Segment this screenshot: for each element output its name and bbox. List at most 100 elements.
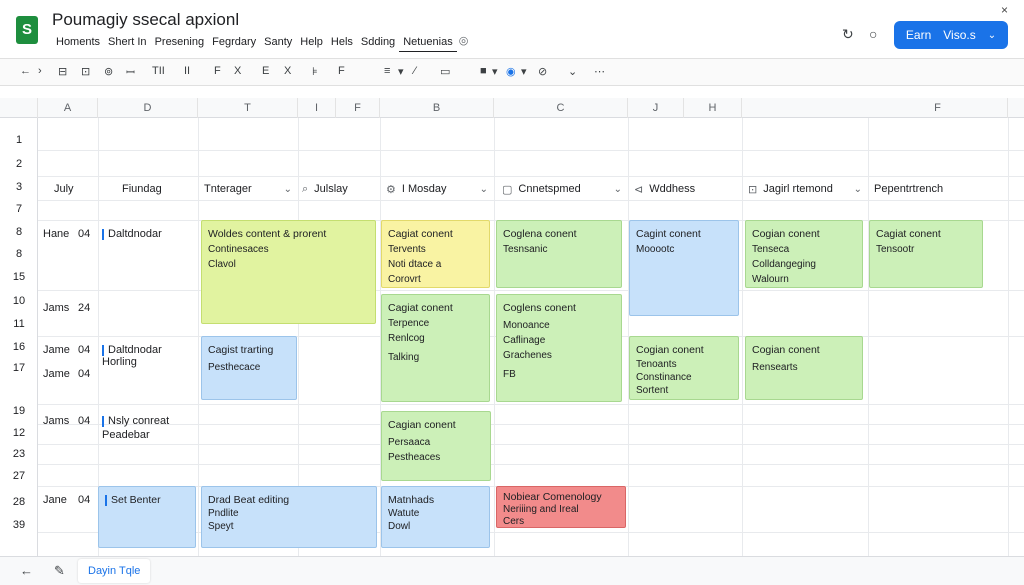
history-icon[interactable]: ↻ xyxy=(842,26,854,43)
menu-item-santy[interactable]: Santy xyxy=(260,34,296,52)
row-number[interactable]: 28 xyxy=(0,496,38,508)
view-icon[interactable]: ⊘ xyxy=(538,65,547,78)
cell-sublabel[interactable]: Peadebar xyxy=(102,429,150,441)
cell-number[interactable]: 04 xyxy=(78,494,90,506)
chevron-down-icon[interactable]: ⌄ xyxy=(284,184,298,195)
redo-icon[interactable]: › xyxy=(38,65,42,77)
column-header[interactable]: I xyxy=(298,98,336,118)
cell-number[interactable]: 04 xyxy=(78,228,90,240)
column-header[interactable]: H xyxy=(684,98,742,118)
event-card[interactable]: Cagiat conent Tensootr xyxy=(869,220,983,288)
column-header[interactable]: J xyxy=(628,98,684,118)
menu-item-help[interactable]: Help xyxy=(296,34,327,52)
font-icon[interactable]: F xyxy=(214,65,221,77)
row-number[interactable]: 17 xyxy=(0,362,38,374)
chevron-down-icon[interactable]: ⌄ xyxy=(480,184,494,195)
spreadsheet-grid[interactable]: A D T I F B C J H F 1 2 3 7 8 8 15 10 11… xyxy=(0,98,1024,556)
event-card[interactable]: Cogian conent Tenseca Colldangeging Walo… xyxy=(745,220,863,288)
cell-number[interactable]: 24 xyxy=(78,302,90,314)
clear-icon[interactable]: X xyxy=(284,65,291,77)
row-number[interactable]: 16 xyxy=(0,341,38,353)
cell-name[interactable]: Hane xyxy=(43,228,69,240)
event-card[interactable]: Cogian conent Rensearts xyxy=(745,336,863,400)
currency-icon[interactable]: ꟷ xyxy=(126,65,135,80)
menu-item-sdding[interactable]: Sdding xyxy=(357,34,399,52)
rotate-icon[interactable]: ≡ xyxy=(384,65,390,77)
row-number[interactable]: 19 xyxy=(0,405,38,417)
more-dropdown[interactable]: ⌄ xyxy=(568,65,577,78)
zoom-icon[interactable]: ⊚ xyxy=(104,65,113,78)
column-header[interactable]: C xyxy=(494,98,628,118)
link-icon[interactable]: ⁄ xyxy=(414,65,416,77)
cell-label[interactable]: Daltdnodar xyxy=(102,228,162,240)
row-number[interactable]: 39 xyxy=(0,519,38,531)
function-icon[interactable]: ▭ xyxy=(440,65,450,78)
cell-name[interactable]: Jame xyxy=(43,344,70,356)
row-number[interactable]: 11 xyxy=(0,318,38,330)
cell-label[interactable]: Nsly conreat xyxy=(102,415,169,427)
row-number[interactable]: 3 xyxy=(0,181,38,193)
chevron-down-icon[interactable]: ⌄ xyxy=(614,184,628,195)
row-number[interactable]: 8 xyxy=(0,248,38,260)
undo-icon[interactable]: ← xyxy=(20,65,31,77)
column-header[interactable]: D xyxy=(98,98,198,118)
event-card[interactable]: Coglena conent Tesnsanic xyxy=(496,220,622,288)
chart-dropdown[interactable]: ▾ xyxy=(492,65,498,78)
row-number[interactable]: 2 xyxy=(0,158,38,170)
event-card[interactable]: Cagian conent Persaaca Pestheaces xyxy=(381,411,491,481)
event-card[interactable]: Cagint conent Mooootc xyxy=(629,220,739,316)
rotate-dropdown[interactable]: ▾ xyxy=(398,65,404,78)
print-icon[interactable]: ⊟ xyxy=(58,65,67,78)
cell-number[interactable]: 04 xyxy=(78,415,90,427)
strike-icon[interactable]: X xyxy=(234,65,241,77)
event-card[interactable]: Drad Beat editing Pndlite Speyt xyxy=(201,486,377,548)
cell-name[interactable]: Jams xyxy=(43,302,69,314)
event-card[interactable]: Set Benter xyxy=(98,486,196,548)
header-cell-julslay[interactable]: ⌕ Julslay xyxy=(302,178,380,200)
chevron-down-icon[interactable]: ⌄ xyxy=(854,184,868,195)
column-header[interactable]: A xyxy=(38,98,98,118)
row-number[interactable]: 1 xyxy=(0,134,38,146)
row-number[interactable]: 7 xyxy=(0,203,38,215)
menu-item-hels[interactable]: Hels xyxy=(327,34,357,52)
cell-name[interactable]: Jame xyxy=(43,368,70,380)
menu-item-fegrdary[interactable]: Fegrdary xyxy=(208,34,260,52)
row-number[interactable]: 27 xyxy=(0,470,38,482)
column-header[interactable]: B xyxy=(380,98,494,118)
document-title[interactable]: Poumagiy ssecal apxionl xyxy=(52,10,239,30)
row-number[interactable]: 12 xyxy=(0,427,38,439)
event-card[interactable]: Coglens conent Monoance Caflinage Grache… xyxy=(496,294,622,402)
column-header[interactable]: T xyxy=(198,98,298,118)
row-number[interactable]: 15 xyxy=(0,271,38,283)
event-card[interactable]: Cagiat conent Terpence Renlcog Talking xyxy=(381,294,490,402)
cell-name[interactable]: Jams xyxy=(43,415,69,427)
filter-icon[interactable]: ◉ xyxy=(506,65,516,78)
event-card[interactable]: Cagiat conent Tervents Noti dtace a Coro… xyxy=(381,220,490,288)
header-cell-july[interactable]: July xyxy=(54,178,98,200)
back-arrow-icon[interactable]: ← xyxy=(20,563,33,578)
filter-dropdown[interactable]: ▾ xyxy=(521,65,527,78)
row-number[interactable]: 10 xyxy=(0,295,38,307)
chart-icon[interactable]: ■ xyxy=(480,65,487,77)
comment-icon[interactable]: ○ xyxy=(869,26,877,42)
menu-item-homents[interactable]: Homents xyxy=(52,34,104,52)
close-icon[interactable]: × xyxy=(1001,3,1008,17)
cell-number[interactable]: 04 xyxy=(78,344,90,356)
event-card[interactable]: Cagist trarting Pesthecace xyxy=(201,336,297,400)
header-cell-fiundag[interactable]: Fiundag xyxy=(122,178,198,200)
text-format-icon[interactable]: TII xyxy=(152,65,165,77)
header-cell-cnnetspmed[interactable]: ▢ Cnnetspmed ⌄ xyxy=(502,178,628,200)
row-number[interactable]: 8 xyxy=(0,226,38,238)
cell-name[interactable]: Jane xyxy=(43,494,67,506)
cell-number[interactable]: 04 xyxy=(78,368,90,380)
menu-item-netuenias[interactable]: Netuenias xyxy=(399,34,457,52)
column-header[interactable] xyxy=(742,98,868,118)
header-cell-wddhess[interactable]: ⊲ Wddhess xyxy=(634,178,742,200)
header-cell-pepentrtrench[interactable]: Pepentrtrench xyxy=(874,178,984,200)
menu-item-presening[interactable]: Presening xyxy=(151,34,209,52)
sheets-logo-icon[interactable]: S xyxy=(16,16,38,44)
border-icon[interactable]: E xyxy=(262,65,269,77)
share-button[interactable]: Earn Viso.s ⌄ xyxy=(894,21,1008,49)
paint-format-icon[interactable]: ⊡ xyxy=(81,65,90,78)
header-cell-tnterager[interactable]: Tnterager ⌄ xyxy=(204,178,298,200)
